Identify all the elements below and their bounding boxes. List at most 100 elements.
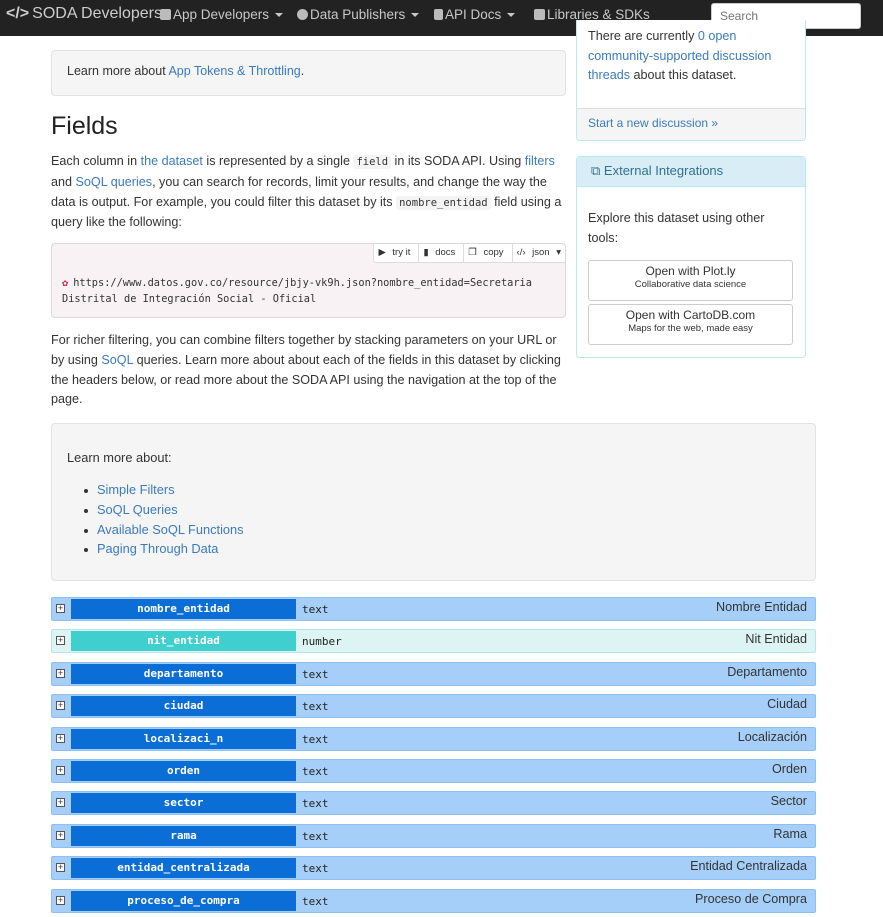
nav-api-docs[interactable]: API Docs (434, 7, 516, 22)
learn-more-well: Learn more about: Simple Filters SoQL Qu… (51, 423, 816, 581)
field-row[interactable]: + nombre_entidad text Nombre Entidad (51, 597, 816, 621)
the-dataset-link[interactable]: the dataset (141, 154, 203, 168)
expand-icon[interactable]: + (56, 863, 65, 872)
brand-link[interactable]: </> SODA Developers (6, 5, 162, 23)
external-integrations-text: Explore this dataset using other tools: (588, 211, 765, 245)
field-label: Nombre Entidad (715, 600, 807, 614)
field-type: text (302, 862, 329, 875)
external-link-icon: ⧉ (591, 163, 601, 178)
open-plotly-button[interactable]: Open with Plot.ly Collaborative data sci… (588, 260, 793, 301)
field-row[interactable]: + departamento text Departamento (51, 662, 816, 686)
field-type: text (302, 603, 329, 616)
caret-down-icon (275, 13, 284, 17)
field-type: text (302, 895, 329, 908)
caret-down-icon (411, 13, 420, 17)
field-type: text (302, 830, 329, 843)
docs-button[interactable]: ▮ docs (419, 244, 465, 262)
field-type: text (302, 700, 329, 713)
tokens-prefix: Learn more about (67, 64, 169, 78)
list-item: SoQL Queries (84, 500, 244, 520)
fields-intro-paragraph: Each column in the dataset is represente… (51, 152, 569, 233)
external-integrations-title: External Integrations (603, 163, 724, 178)
text: and (51, 174, 76, 189)
field-row[interactable]: + ciudad text Ciudad (51, 694, 816, 718)
plotly-subtitle: Collaborative data science (634, 279, 747, 290)
field-name: departamento (71, 664, 296, 684)
expand-icon[interactable]: + (56, 766, 65, 775)
expand-icon[interactable]: + (56, 636, 65, 645)
expand-icon[interactable]: + (56, 734, 65, 743)
cloud-upload-icon (297, 9, 308, 20)
field-name: nit_entidad (71, 631, 296, 651)
nombre-entidad-code: nombre_entidad (396, 195, 491, 210)
discussion-panel: There are currently 0 open community-sup… (576, 20, 806, 141)
text: is represented by a single (202, 154, 354, 168)
external-integrations-header: ⧉ External Integrations (577, 157, 805, 187)
soql-link[interactable]: SoQL (101, 353, 133, 367)
expand-icon[interactable]: + (56, 669, 65, 678)
soql-queries-link[interactable]: SoQL queries (76, 175, 153, 189)
list-item: Available SoQL Functions (84, 520, 244, 540)
richer-filtering-paragraph: For richer filtering, you can combine fi… (51, 331, 569, 410)
field-row[interactable]: + proceso_de_compra text Proceso de Comp… (51, 889, 816, 913)
field-row[interactable]: + rama text Rama (51, 824, 816, 848)
soql-queries-doc-link[interactable]: SoQL Queries (97, 502, 178, 517)
nav-app-developers[interactable]: App Developers (160, 7, 284, 22)
cogs-icon (160, 9, 171, 20)
cartodb-subtitle: Maps for the web, made easy (628, 323, 753, 334)
copy-button[interactable]: ❐ copy (464, 244, 513, 262)
text: Each column in (51, 154, 141, 168)
text: There are currently (588, 29, 698, 43)
expand-icon[interactable]: + (56, 604, 65, 613)
tokens-text: Learn more about App Tokens & Throttling… (67, 64, 304, 78)
app-tokens-link[interactable]: App Tokens & Throttling (168, 64, 300, 78)
filters-link[interactable]: filters (525, 154, 555, 168)
field-row[interactable]: + orden text Orden (51, 759, 816, 783)
field-type: text (302, 733, 329, 746)
open-cartodb-button[interactable]: Open with CartoDB.com Maps for the web, … (588, 304, 793, 345)
field-name: localizaci_n (71, 729, 296, 749)
field-label: Rama (773, 827, 807, 841)
text: about this dataset. (630, 68, 737, 82)
external-integrations-panel: ⧉ External Integrations Explore this dat… (576, 156, 806, 358)
field-name: entidad_centralizada (71, 858, 296, 878)
book-icon (434, 9, 443, 20)
field-label: Orden (771, 762, 807, 776)
field-label: Proceso de Compra (695, 892, 807, 906)
start-discussion-link[interactable]: Start a new discussion » (588, 116, 718, 130)
field-name: rama (71, 826, 296, 846)
paging-link[interactable]: Paging Through Data (97, 541, 218, 556)
format-dropdown[interactable]: ‹/› json ▾ (513, 244, 565, 262)
query-url-line1: https://www.datos.gov.co/resource/jbjy-v… (73, 277, 532, 289)
soql-functions-link[interactable]: Available SoQL Functions (97, 522, 244, 537)
field-label: Departamento (727, 665, 807, 679)
field-type: text (302, 765, 329, 778)
code-toolbar: ▶ try it ▮ docs ❐ copy ‹/› json ▾ (373, 244, 565, 263)
field-row[interactable]: + nit_entidad number Nit Entidad (51, 629, 816, 653)
query-url: ✿ https://www.datos.gov.co/resource/jbjy-… (62, 275, 532, 307)
try-it-button[interactable]: ▶ try it (374, 244, 420, 262)
field-name: orden (71, 761, 296, 781)
cartodb-title: Open with CartoDB.com (625, 308, 756, 322)
expand-icon[interactable]: + (56, 831, 65, 840)
field-name: sector (71, 793, 296, 813)
example-query-codebox: ▶ try it ▮ docs ❐ copy ‹/› json ▾ ✿ https… (51, 243, 566, 318)
field-row[interactable]: + entidad_centralizada text Entidad Cent… (51, 856, 816, 880)
field-row[interactable]: + localizaci_n text Localización (51, 727, 816, 751)
field-label: Entidad Centralizada (690, 859, 807, 873)
query-url-line2: Distrital de Integración Social - Oficia… (62, 293, 317, 305)
discussion-footer: Start a new discussion » (577, 108, 805, 140)
field-type: text (302, 668, 329, 681)
simple-filters-link[interactable]: Simple Filters (97, 482, 175, 497)
field-type: number (302, 635, 342, 648)
expand-icon[interactable]: + (56, 701, 65, 710)
expand-icon[interactable]: + (56, 896, 65, 905)
nav-data-publishers[interactable]: Data Publishers (297, 7, 420, 22)
field-name: ciudad (71, 696, 296, 716)
expand-icon[interactable]: + (56, 798, 65, 807)
gear-icon: ✿ (62, 277, 69, 289)
code-icon: </> (6, 5, 30, 22)
discussion-text: There are currently 0 open community-sup… (588, 27, 793, 86)
field-row[interactable]: + sector text Sector (51, 791, 816, 815)
nav-app-developers-label: App Developers (173, 7, 270, 22)
